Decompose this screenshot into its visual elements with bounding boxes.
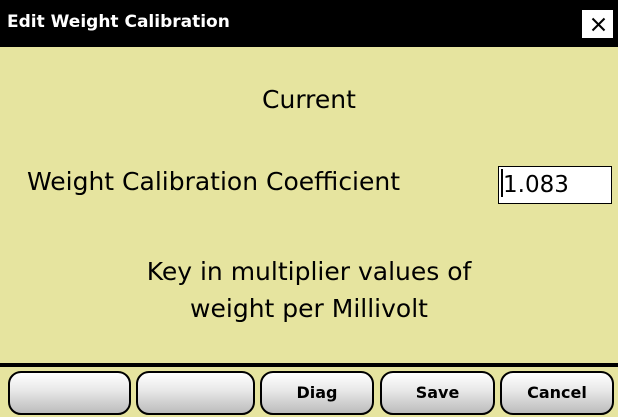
instruction-line-1: Key in multiplier values of xyxy=(146,257,472,286)
close-button[interactable] xyxy=(581,9,614,39)
instruction-line-2: weight per Millivolt xyxy=(190,294,428,323)
section-heading: Current xyxy=(262,85,356,114)
coefficient-value: 1.083 xyxy=(503,172,569,198)
close-icon xyxy=(591,17,606,32)
save-button[interactable]: Save xyxy=(380,371,495,415)
button-bar: Diag Save Cancel xyxy=(0,367,618,417)
diag-button[interactable]: Diag xyxy=(260,371,374,415)
coefficient-input[interactable]: 1.083 xyxy=(498,166,612,204)
edit-weight-calibration-dialog: Edit Weight Calibration Current Weight C… xyxy=(0,0,618,417)
window-title: Edit Weight Calibration xyxy=(7,12,230,32)
blank-button-2[interactable] xyxy=(136,371,255,415)
instruction-text: Key in multiplier values of weight per M… xyxy=(0,253,618,327)
title-bar: Edit Weight Calibration xyxy=(0,0,618,47)
blank-button-1[interactable] xyxy=(8,371,131,415)
coefficient-label: Weight Calibration Coefficient xyxy=(27,167,401,196)
cancel-button[interactable]: Cancel xyxy=(500,371,614,415)
